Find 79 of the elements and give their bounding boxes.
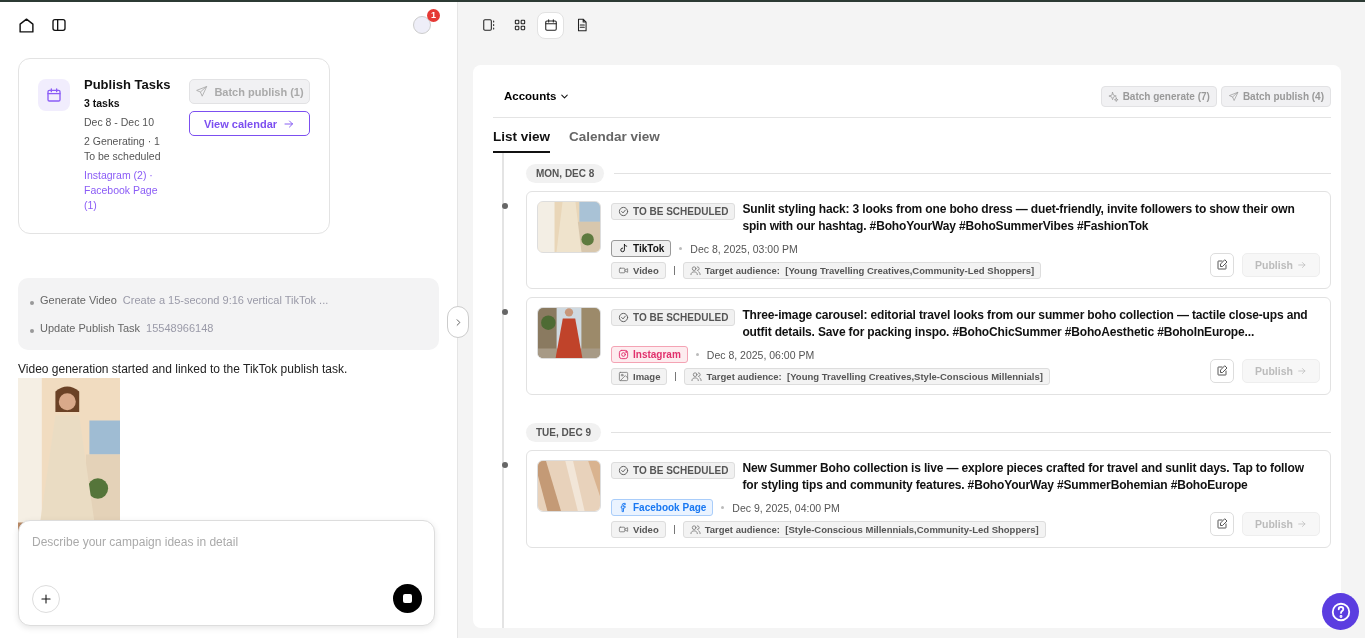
status-tag: TO BE SCHEDULED xyxy=(611,203,736,220)
step-name: Generate Video xyxy=(40,294,117,306)
check-circle-icon xyxy=(618,312,629,323)
add-button[interactable] xyxy=(32,585,60,613)
calendar-view-button[interactable] xyxy=(537,11,564,39)
arrow-right-icon xyxy=(1296,260,1307,270)
arrow-right-icon xyxy=(283,117,296,130)
video-camera-icon xyxy=(618,524,629,535)
post-caption: New Summer Boho collection is live — explore pieces crafted for travel and sunlit days. Tap to follow for styling tips and community features. #BohoYourWay #SummerBohemian #BohoEurope xyxy=(742,460,1305,494)
help-button[interactable] xyxy=(1322,593,1359,630)
edit-icon xyxy=(1216,259,1228,271)
calendar-icon xyxy=(543,18,558,32)
stop-button[interactable] xyxy=(393,584,422,613)
facebook-icon xyxy=(618,502,629,513)
schedule-time: Dec 8, 2025, 03:00 PM xyxy=(690,242,798,255)
arrow-right-icon xyxy=(1296,519,1307,529)
help-icon xyxy=(1329,600,1352,623)
edit-icon xyxy=(1216,518,1228,530)
timeline-dot xyxy=(502,203,508,209)
chat-message: Video generation started and linked to the TikTok publish task. xyxy=(18,362,349,376)
platform-tag: Facebook Page xyxy=(611,499,714,516)
plus-icon xyxy=(39,592,53,606)
audience-tag: Target audience: [Style-Conscious Millennials,Community-Led Shoppers] xyxy=(682,521,1046,538)
timeline-dot xyxy=(502,462,508,468)
notification-badge: 1 xyxy=(427,9,440,22)
home-icon xyxy=(18,16,35,34)
edit-button[interactable] xyxy=(1210,512,1234,536)
collapse-toggle[interactable] xyxy=(447,306,469,338)
platform-tag: Instagram xyxy=(611,346,688,363)
platform-summary: Instagram (2) · Facebook Page (1) xyxy=(84,168,159,213)
users-icon xyxy=(689,265,701,276)
card-title: Publish Tasks xyxy=(84,77,172,92)
view-calendar-button[interactable]: View calendar xyxy=(189,111,310,136)
edit-button[interactable] xyxy=(1210,253,1234,277)
image-icon xyxy=(618,371,629,382)
platform-tag: TikTok xyxy=(611,240,672,257)
users-icon xyxy=(689,524,701,535)
step-name: Update Publish Task xyxy=(40,322,141,334)
post-caption: Sunlit styling hack: 3 looks from one boho dress — duet-friendly, invite followers to show their own spin with our hashtag. #BohoYourWay #BohoSummerVibes #FashionTok xyxy=(742,201,1296,235)
status-tag: TO BE SCHEDULED xyxy=(611,309,736,326)
day-label: TUE, DEC 9 xyxy=(526,423,601,442)
bullet-dot xyxy=(30,300,34,305)
grid-icon xyxy=(512,18,527,32)
media-type-tag: Image xyxy=(611,368,668,385)
step-detail: Create a 15-second 9:16 vertical TikTok ... xyxy=(122,294,329,306)
post-caption: Three-image carousel: editorial travel looks from our summer boho collection — tactile close-ups and outfit details. Save for packing inspo. #BohoChicSummer #BohoAesthetic #BohoInEurope... xyxy=(742,307,1309,341)
task-status: 2 Generating · 1 To be scheduled xyxy=(84,134,162,164)
task-count: 3 tasks xyxy=(84,96,121,111)
check-circle-icon xyxy=(618,206,629,217)
status-tag: TO BE SCHEDULED xyxy=(611,462,736,479)
panel-icon xyxy=(481,18,496,32)
schedule-time: Dec 8, 2025, 06:00 PM xyxy=(706,348,815,361)
date-range: Dec 8 - Dec 10 xyxy=(84,115,156,130)
audience-tag: Target audience: [Young Travelling Creatives,Style-Conscious Millennials] xyxy=(684,368,1050,385)
check-circle-icon xyxy=(618,465,629,476)
day-label: MON, DEC 8 xyxy=(526,164,605,183)
bullet-dot xyxy=(30,328,34,333)
media-type-tag: Video xyxy=(611,521,666,538)
users-icon xyxy=(691,371,703,382)
arrow-right-icon xyxy=(1296,366,1307,376)
video-camera-icon xyxy=(618,265,629,276)
media-type-tag: Video xyxy=(611,262,666,279)
music-note-icon xyxy=(618,243,629,254)
view-tab[interactable]: List view xyxy=(493,126,551,153)
edit-icon xyxy=(1216,365,1228,377)
calendar-glyph-icon xyxy=(46,87,62,103)
view-tab[interactable]: Calendar view xyxy=(569,126,660,153)
accounts-dropdown[interactable]: Accounts xyxy=(493,90,571,102)
send-icon xyxy=(1227,90,1239,102)
audience-tag: Target audience: [Young Travelling Creatives,Community-Led Shoppers] xyxy=(682,262,1042,279)
send-icon xyxy=(195,85,209,98)
sparkle-icon xyxy=(1107,90,1119,102)
step-detail: 15548966148 xyxy=(146,322,214,334)
timeline-dot xyxy=(502,309,508,315)
progress-indicator[interactable] xyxy=(413,16,431,34)
instagram-icon xyxy=(618,349,629,360)
sidebar-icon xyxy=(51,17,67,33)
edit-button[interactable] xyxy=(1210,359,1234,383)
schedule-time: Dec 9, 2025, 04:00 PM xyxy=(732,501,840,514)
